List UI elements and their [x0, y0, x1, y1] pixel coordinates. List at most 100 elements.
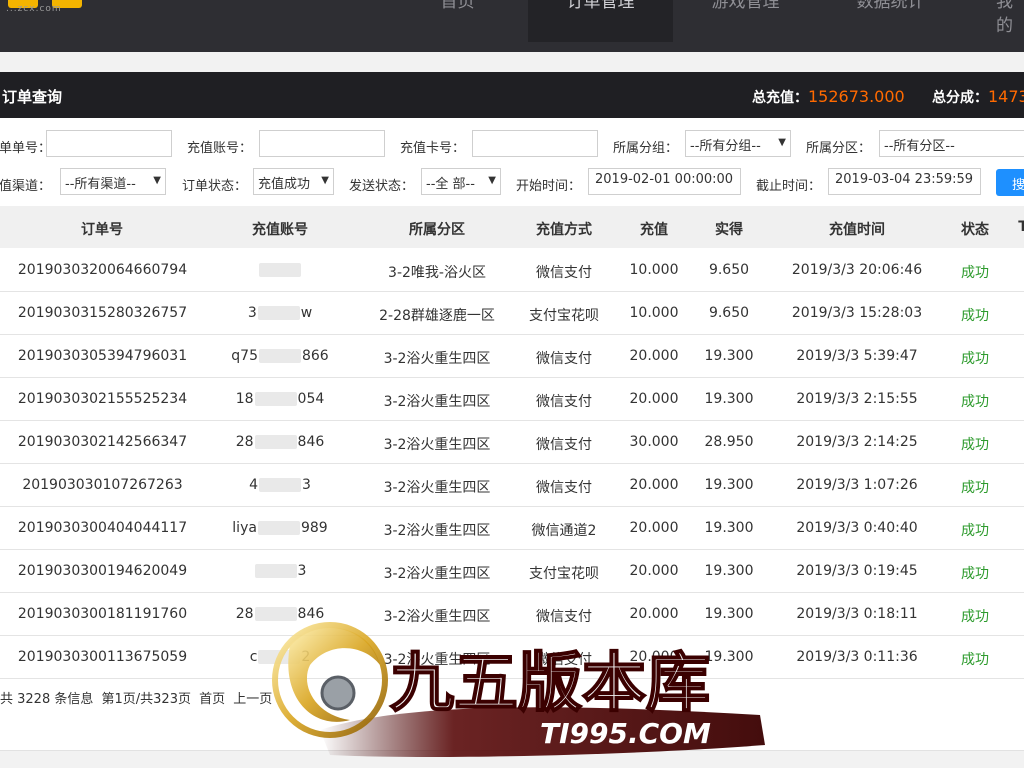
- group-label: 所属分组：: [613, 141, 679, 156]
- cell-account: 3: [220, 563, 340, 579]
- col-zone[interactable]: 所属分区: [377, 219, 497, 239]
- end-time-input[interactable]: 2019-03-04 23:59:59: [828, 168, 981, 195]
- chevron-down-icon: ▼: [153, 175, 161, 186]
- cell-net: 9.650: [708, 305, 750, 321]
- redacted-mask: [259, 263, 301, 277]
- table-header: 订单号 充值账号 所属分区 充值方式 充值 实得 充值时间 状态 T: [0, 206, 1024, 248]
- chevron-down-icon: ▼: [778, 137, 786, 148]
- account-suffix: 866: [301, 348, 329, 364]
- cell-net: 28.950: [704, 434, 754, 450]
- search-button[interactable]: 搜: [996, 169, 1024, 196]
- cell-net: 19.300: [704, 391, 754, 407]
- recharge-account-input[interactable]: [259, 130, 385, 157]
- order-no-input[interactable]: [46, 130, 172, 157]
- col-order-no[interactable]: 订单号: [52, 219, 152, 239]
- cell-status: 成功: [961, 652, 989, 668]
- account-suffix: 846: [297, 434, 325, 450]
- cell-zone: 3-2浴火重生四区: [383, 437, 491, 453]
- send-status-select[interactable]: --全 部-- ▼: [421, 168, 501, 195]
- cell-amount: 20.000: [629, 563, 679, 579]
- table-row[interactable]: 2019030302142566347 28 846 3-2浴火重生四区 微信支付 30.…: [0, 421, 1024, 464]
- table-row[interactable]: 2019030302155525234 18 054 3-2浴火重生四区 微信支付 20.…: [0, 378, 1024, 421]
- zone-select-value: --所有分区--: [884, 139, 955, 154]
- logo-url: ...zcx.com: [6, 4, 62, 14]
- start-time-input[interactable]: 2019-02-01 00:00:00: [588, 168, 741, 195]
- cell-order: 201903030107267263: [22, 477, 183, 493]
- nav-home[interactable]: 首页: [385, 0, 530, 42]
- nav-orders[interactable]: 订单管理: [528, 0, 673, 42]
- channel-select[interactable]: --所有渠道-- ▼: [60, 168, 166, 195]
- cell-status: 成功: [961, 265, 989, 281]
- cell-zone: 3-2浴火重生四区: [383, 566, 491, 582]
- account-prefix: q75: [231, 348, 258, 364]
- cell-order: 2019030300113675059: [17, 649, 188, 665]
- channel-label: 值渠道：: [0, 179, 52, 194]
- pager-first[interactable]: 首页: [199, 692, 225, 707]
- order-status-select[interactable]: 充值成功 ▼: [253, 168, 334, 195]
- zone-select[interactable]: --所有分区--: [879, 130, 1024, 157]
- col-status[interactable]: 状态: [950, 219, 1000, 239]
- channel-select-value: --所有渠道--: [65, 177, 136, 192]
- cell-status: 成功: [961, 480, 989, 496]
- account-suffix: 989: [300, 520, 328, 536]
- cell-amount: 30.000: [629, 434, 679, 450]
- cell-status: 成功: [961, 566, 989, 582]
- cell-order: 2019030320064660794: [17, 262, 188, 278]
- cell-status: 成功: [961, 437, 989, 453]
- account-suffix: w: [300, 305, 313, 321]
- table-row[interactable]: 2019030300194620049 3 3-2浴火重生四区 支付宝花呗 20.000…: [0, 550, 1024, 593]
- cell-status: 成功: [961, 308, 989, 324]
- group-select[interactable]: --所有分组-- ▼: [685, 130, 791, 157]
- zone-label: 所属分区：: [806, 141, 872, 156]
- watermark-logo: 九五版本库 TI995.COM: [272, 622, 765, 757]
- cell-order: 2019030300194620049: [17, 563, 188, 579]
- cell-order: 2019030302142566347: [17, 434, 188, 450]
- redacted-mask: [254, 564, 297, 578]
- table-row[interactable]: 201903030107267263 4 3 3-2浴火重生四区 微信支付 20.000 1…: [0, 464, 1024, 507]
- nav-games[interactable]: 游戏管理: [673, 0, 818, 42]
- cell-order: 2019030305394796031: [17, 348, 188, 364]
- cell-amount: 20.000: [629, 520, 679, 536]
- col-account[interactable]: 充值账号: [230, 219, 330, 239]
- table-row[interactable]: 2019030320064660794 3-2唯我-浴火区 微信支付 10.000 9.…: [0, 249, 1024, 292]
- cell-net: 19.300: [704, 520, 754, 536]
- cell-time: 2019/3/3 15:28:03: [791, 305, 923, 321]
- account-prefix: liya: [232, 520, 257, 536]
- cell-status: 成功: [961, 351, 989, 367]
- cell-account: q75 866: [220, 348, 340, 364]
- logo[interactable]: ...zcx.com: [0, 0, 100, 52]
- cell-order: 2019030302155525234: [17, 391, 188, 407]
- cell-amount: 20.000: [629, 348, 679, 364]
- watermark-title: 九五版本库: [390, 646, 710, 721]
- cell-time: 2019/3/3 0:40:40: [796, 520, 918, 536]
- col-net[interactable]: 实得: [699, 219, 759, 239]
- account-suffix: 054: [297, 391, 325, 407]
- cell-net: 9.650: [708, 262, 750, 278]
- col-amount[interactable]: 充值: [624, 219, 684, 239]
- cell-account: 3w: [220, 305, 340, 321]
- spacer-band: [0, 52, 1024, 72]
- cell-zone: 3-2浴火重生四区: [383, 351, 491, 367]
- page-title: 订单查询: [2, 88, 63, 106]
- nav-mine[interactable]: 我的: [960, 0, 1024, 42]
- cell-zone: 3-2浴火重生四区: [383, 394, 491, 410]
- nav-stats[interactable]: 数据统计: [818, 0, 963, 42]
- col-method[interactable]: 充值方式: [514, 219, 614, 239]
- total-share: 总分成：1473: [932, 87, 1024, 107]
- col-time[interactable]: 充值时间: [807, 219, 907, 239]
- cell-time: 2019/3/3 5:39:47: [796, 348, 918, 364]
- table-row[interactable]: 2019030315280326757 3 w 2-28群雄逐鹿一区 支付宝花呗 10.0…: [0, 292, 1024, 335]
- table-row[interactable]: 2019030300404044117 liya 989 3-2浴火重生四区 微信通道2…: [0, 507, 1024, 550]
- chevron-down-icon: ▼: [488, 175, 496, 186]
- card-no-input[interactable]: [472, 130, 598, 157]
- cell-time: 2019/3/3 1:07:26: [796, 477, 918, 493]
- redacted-mask: [257, 306, 300, 320]
- redacted-mask: [254, 392, 297, 406]
- col-extra[interactable]: T: [1013, 219, 1024, 235]
- table-row[interactable]: 2019030305394796031 q75 866 3-2浴火重生四区 微信支付 20…: [0, 335, 1024, 378]
- cell-time: 2019/3/3 2:14:25: [796, 434, 918, 450]
- start-time-label: 开始时间：: [516, 179, 582, 194]
- cell-method: 支付宝花呗: [529, 566, 599, 582]
- cell-zone: 3-2唯我-浴火区: [388, 265, 486, 281]
- pager-info: 共 3228 条信息: [0, 692, 94, 707]
